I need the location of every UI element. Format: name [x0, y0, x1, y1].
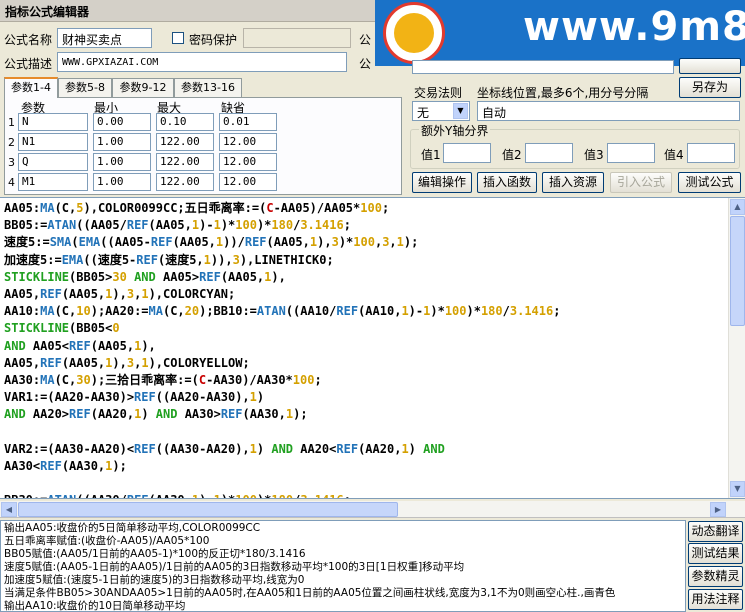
editor-vscroll-thumb[interactable] [730, 216, 745, 326]
param-max-cell[interactable]: 0.10 [156, 113, 214, 131]
formula-desc-input[interactable]: WWW.GPXIAZAI.COM [57, 52, 347, 72]
value-3-input[interactable] [607, 143, 655, 163]
output-line: BB05赋值:(AA05/1日前的AA05-1)*100的反正切*180/3.1… [4, 548, 306, 560]
param-default-cell[interactable]: 12.00 [219, 173, 277, 191]
param-row-no: 1 [8, 116, 15, 129]
param-max-cell[interactable]: 122.00 [156, 153, 214, 171]
insert-function-button[interactable]: 插入函数 [477, 172, 537, 193]
param-min-cell[interactable]: 0.00 [93, 113, 151, 131]
param-name-cell[interactable]: M1 [18, 173, 88, 191]
insert-resource-button[interactable]: 插入资源 [542, 172, 604, 193]
editor-hscroll-thumb[interactable] [18, 502, 398, 517]
watermark-logo-icon [383, 2, 445, 64]
save-as-button[interactable]: 另存为 [679, 77, 741, 98]
param-row-no: 3 [8, 156, 15, 169]
right-top-button[interactable] [679, 58, 741, 74]
trade-rule-value: 无 [417, 106, 430, 120]
formula-desc-label: 公式描述 [4, 57, 53, 71]
scroll-down-icon[interactable]: ▼ [730, 481, 745, 497]
scroll-left-icon[interactable]: ◀ [1, 502, 17, 517]
coord-line-label: 坐标线位置,最多6个,用分号分隔 [477, 86, 649, 100]
formula-editor[interactable]: AA05:MA(C,5),COLOR0099CC;五日乖离率:=(C-AA05)… [0, 197, 745, 499]
tab-params-1-4[interactable]: 参数1-4 [4, 77, 58, 98]
param-default-cell[interactable]: 0.01 [219, 113, 277, 131]
param-name-cell[interactable]: N1 [18, 133, 88, 151]
import-formula-button[interactable]: 引入公式 [610, 172, 672, 193]
param-max-cell[interactable]: 122.00 [156, 133, 214, 151]
formula-name-input[interactable]: 财神买卖点 [57, 28, 152, 48]
watermark-text: www.9m8.cn [523, 4, 745, 50]
edit-operation-button[interactable]: 编辑操作 [412, 172, 472, 193]
password-input[interactable] [243, 28, 351, 48]
watermark-banner: www.9m8.cn [375, 0, 745, 66]
dynamic-translate-button[interactable]: 动态翻译 [688, 521, 743, 542]
trade-rule-label: 交易法则 [414, 86, 463, 100]
param-row-no: 2 [8, 136, 15, 149]
tab-params-9-12[interactable]: 参数9-12 [112, 78, 174, 97]
param-max-cell[interactable]: 122.00 [156, 173, 214, 191]
value-1-input[interactable] [443, 143, 491, 163]
extra-y-axis-group: 额外Y轴分界 值1 值2 值3 值4 [410, 122, 740, 169]
value-3-label: 值3 [584, 148, 604, 162]
translation-output: 输出AA05:收盘价的5日简单移动平均,COLOR0099CC 五日乖离率赋值:… [0, 520, 686, 612]
output-line: 五日乖离率赋值:(收盘价-AA05)/AA05*100 [4, 535, 210, 547]
param-default-cell[interactable]: 12.00 [219, 153, 277, 171]
usage-notes-button[interactable]: 用法注释 [688, 589, 743, 610]
tab-params-5-8[interactable]: 参数5-8 [58, 78, 112, 97]
output-line: 输出AA10:收盘价的10日简单移动平均 [4, 600, 186, 612]
output-line: 当满足条件BB05>30ANDAA05>1日前的AA05时,在AA05和1日前的… [4, 587, 616, 599]
param-min-cell[interactable]: 1.00 [93, 133, 151, 151]
formula-extra-label-2: 公 [359, 57, 372, 71]
window-title: 指标公式编辑器 [5, 5, 90, 19]
test-formula-button[interactable]: 测试公式 [678, 172, 741, 193]
scroll-right-icon[interactable]: ▶ [710, 502, 726, 517]
value-2-label: 值2 [502, 148, 522, 162]
output-line: 输出AA05:收盘价的5日简单移动平均,COLOR0099CC [4, 522, 261, 534]
password-label: 密码保护 [189, 33, 238, 47]
param-default-cell[interactable]: 12.00 [219, 133, 277, 151]
chevron-down-icon[interactable]: ▼ [453, 103, 468, 119]
formula-extra-label-1: 公 [359, 33, 372, 47]
param-wizard-button[interactable]: 参数精灵 [688, 566, 743, 587]
param-name-cell[interactable]: Q [18, 153, 88, 171]
tab-params-13-16[interactable]: 参数13-16 [174, 78, 242, 97]
param-name-cell[interactable]: N [18, 113, 88, 131]
trade-rule-select[interactable]: 无 ▼ [412, 101, 470, 121]
scroll-up-icon[interactable]: ▲ [730, 199, 745, 215]
password-checkbox[interactable] [172, 32, 184, 44]
param-panel: 参数 最小 最大 缺省 1 N 0.00 0.10 0.01 2 N1 1.00… [4, 97, 402, 195]
output-line: 速度5赋值:(AA05-1日前的AA05)/1日前的AA05的3日指数移动平均*… [4, 561, 465, 573]
test-result-button[interactable]: 测试结果 [688, 543, 743, 564]
value-2-input[interactable] [525, 143, 573, 163]
value-4-input[interactable] [687, 143, 735, 163]
editor-horizontal-scrollbar[interactable]: ◀ ▶ [0, 501, 745, 518]
formula-code: AA05:MA(C,5),COLOR0099CC;五日乖离率:=(C-AA05)… [4, 201, 561, 498]
output-line: 加速度5赋值:(速度5-1日前的速度5)的3日指数移动平均,线宽为0 [4, 574, 305, 586]
right-field-strip [412, 60, 674, 74]
formula-name-label: 公式名称 [4, 33, 53, 47]
extra-y-axis-caption: 额外Y轴分界 [419, 122, 491, 139]
param-min-cell[interactable]: 1.00 [93, 153, 151, 171]
coord-line-input[interactable]: 自动 [477, 101, 740, 121]
param-row-no: 4 [8, 176, 15, 189]
value-1-label: 值1 [421, 148, 441, 162]
value-4-label: 值4 [664, 148, 684, 162]
editor-vertical-scrollbar[interactable]: ▲ ▼ [728, 198, 745, 498]
param-min-cell[interactable]: 1.00 [93, 173, 151, 191]
